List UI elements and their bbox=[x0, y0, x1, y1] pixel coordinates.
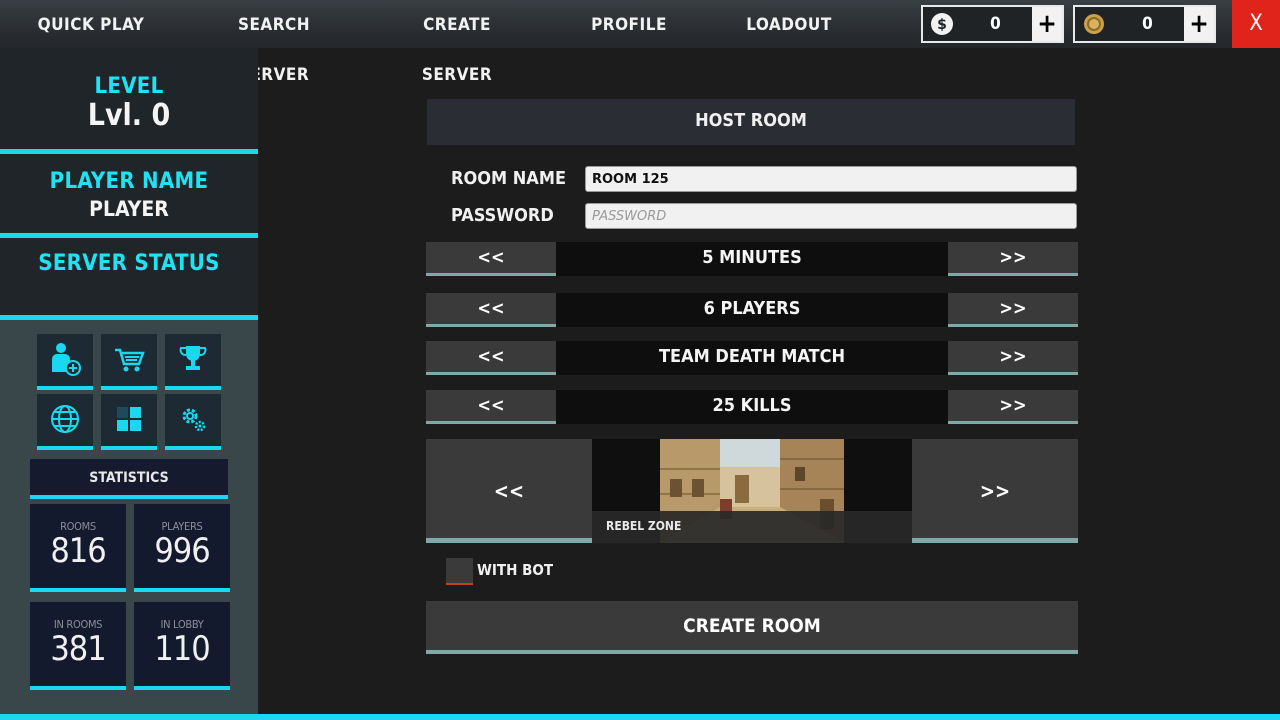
level-panel: LEVEL Lvl. 0 bbox=[0, 48, 258, 154]
gold-currency: 0 + bbox=[1073, 5, 1216, 43]
players-prev-button[interactable]: << bbox=[426, 293, 556, 327]
close-button[interactable]: X bbox=[1232, 0, 1280, 48]
dollar-coin-icon: $ bbox=[931, 13, 953, 35]
room-name-label: ROOM NAME bbox=[451, 168, 567, 189]
players-value: 996 bbox=[154, 531, 210, 571]
password-label: PASSWORD bbox=[451, 205, 554, 226]
shop-button[interactable] bbox=[101, 334, 157, 390]
player-name-panel: PLAYER NAME PLAYER bbox=[0, 154, 258, 238]
in-rooms-value: 381 bbox=[50, 629, 106, 669]
bottom-accent-line bbox=[0, 714, 1280, 720]
kills-value: 25 KILLS bbox=[556, 390, 948, 424]
map-preview: REBEL ZONE bbox=[592, 439, 912, 543]
divider bbox=[0, 315, 258, 320]
in-lobby-value: 110 bbox=[154, 629, 210, 669]
statistics-header: STATISTICS bbox=[30, 459, 228, 499]
map-prev-button[interactable]: << bbox=[426, 439, 592, 543]
svg-text:$: $ bbox=[937, 17, 947, 33]
shop-cart-icon bbox=[115, 348, 145, 372]
players-stat: PLAYERS 996 bbox=[134, 504, 230, 592]
nav-loadout[interactable]: LOADOUT bbox=[744, 0, 834, 48]
sidebar: LEVEL Lvl. 0 PLAYER NAME PLAYER SERVER S… bbox=[0, 48, 258, 716]
password-input[interactable] bbox=[585, 203, 1077, 229]
add-cash-button[interactable]: + bbox=[1032, 7, 1062, 41]
time-selector: << 5 MINUTES >> bbox=[426, 242, 1078, 276]
top-nav-bar: QUICK PLAY SEARCH SERVER CREATE SERVER P… bbox=[0, 0, 1280, 85]
nav-profile[interactable]: PROFILE bbox=[588, 0, 670, 48]
server-status-label: SERVER STATUS bbox=[38, 251, 220, 276]
mode-prev-button[interactable]: << bbox=[426, 341, 556, 375]
gold-coin-icon bbox=[1083, 13, 1105, 35]
rooms-value: 816 bbox=[50, 531, 106, 571]
level-value: Lvl. 0 bbox=[87, 98, 171, 133]
add-gold-button[interactable]: + bbox=[1184, 7, 1214, 41]
cash-currency: $ 0 + bbox=[921, 5, 1064, 43]
create-room-button[interactable]: CREATE ROOM bbox=[426, 601, 1078, 654]
room-name-input[interactable] bbox=[585, 166, 1077, 192]
cash-value: 0 bbox=[990, 14, 1001, 34]
server-status-panel: SERVER STATUS bbox=[0, 238, 258, 320]
trophy-icon bbox=[179, 346, 207, 370]
map-next-button[interactable]: >> bbox=[912, 439, 1078, 543]
settings-gears-icon bbox=[182, 408, 206, 432]
time-next-button[interactable]: >> bbox=[948, 242, 1078, 276]
player-name-label: PLAYER NAME bbox=[49, 169, 209, 194]
leaderboard-button[interactable] bbox=[165, 334, 221, 390]
kills-prev-button[interactable]: << bbox=[426, 390, 556, 424]
time-value: 5 MINUTES bbox=[556, 242, 948, 276]
in-lobby-stat: IN LOBBY 110 bbox=[134, 602, 230, 690]
players-selector: << 6 PLAYERS >> bbox=[426, 293, 1078, 327]
host-room-title: HOST ROOM bbox=[427, 99, 1075, 145]
add-friend-button[interactable] bbox=[37, 334, 93, 390]
map-selector: << REBEL ZONE >> bbox=[426, 439, 1078, 543]
in-rooms-stat: IN ROOMS 381 bbox=[30, 602, 126, 690]
globe-icon bbox=[51, 405, 79, 433]
map-name: REBEL ZONE bbox=[592, 511, 912, 543]
time-prev-button[interactable]: << bbox=[426, 242, 556, 276]
inventory-button[interactable] bbox=[101, 394, 157, 450]
inventory-grid-icon bbox=[117, 407, 141, 431]
settings-button[interactable] bbox=[165, 394, 221, 450]
level-label: LEVEL bbox=[94, 74, 164, 99]
kills-next-button[interactable]: >> bbox=[948, 390, 1078, 424]
mode-selector: << TEAM DEATH MATCH >> bbox=[426, 341, 1078, 375]
with-bot-label: WITH BOT bbox=[477, 561, 554, 579]
add-friend-icon bbox=[52, 343, 81, 376]
player-name-value: PLAYER bbox=[89, 197, 169, 221]
mode-next-button[interactable]: >> bbox=[948, 341, 1078, 375]
nav-quick-play[interactable]: QUICK PLAY bbox=[30, 0, 152, 48]
nav-search-server[interactable]: SEARCH SERVER bbox=[202, 0, 346, 85]
gold-value: 0 bbox=[1142, 14, 1153, 34]
mode-value: TEAM DEATH MATCH bbox=[556, 341, 948, 375]
rooms-stat: ROOMS 816 bbox=[30, 504, 126, 592]
global-button[interactable] bbox=[37, 394, 93, 450]
with-bot-checkbox[interactable] bbox=[446, 558, 473, 585]
kills-selector: << 25 KILLS >> bbox=[426, 390, 1078, 424]
players-value: 6 PLAYERS bbox=[556, 293, 948, 327]
nav-create-server[interactable]: CREATE SERVER bbox=[386, 0, 528, 85]
players-next-button[interactable]: >> bbox=[948, 293, 1078, 327]
